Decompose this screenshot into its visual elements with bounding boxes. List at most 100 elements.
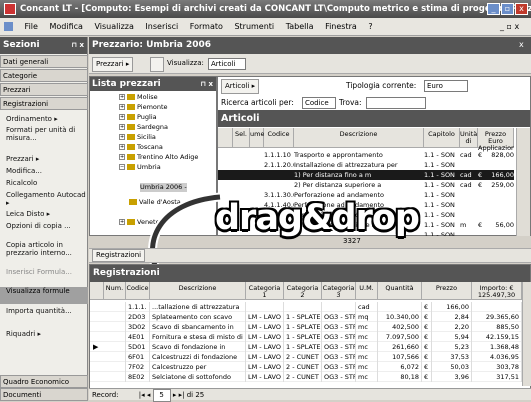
nav-ricalcolo[interactable]: Ricalcolo [0,179,88,187]
col-categoria-1[interactable]: Categoria 1 [246,282,284,300]
nav-registrazioni[interactable]: Registrazioni [0,97,88,110]
collapse-icon[interactable]: − [119,164,125,170]
nav-inserisci-formula[interactable]: Inserisci Formula... [0,268,88,276]
col-codice[interactable]: Codice [264,128,294,148]
nav-visualizza-formule[interactable]: Visualizza formule [0,287,88,304]
menu-formato[interactable]: Formato [190,22,223,31]
articolo-cell-cap: 1.1 - SON [424,171,455,179]
col-importo[interactable]: Importo: € 125.497,30 [472,282,522,300]
menu-tabella[interactable]: Tabella [286,22,314,31]
menu-finestra[interactable]: Finestra [325,22,357,31]
record-first-button[interactable]: |◂ [139,391,145,399]
registrazione-row[interactable]: 2D03 Splateamento con scavo LM - LAVO 1 - S… [90,312,522,322]
prezzario-close-icon[interactable]: x [519,40,524,49]
close-button[interactable]: x [515,3,528,15]
articoli-menu-button[interactable]: Articoli ▸ [221,79,260,94]
tree-item-molise[interactable]: + Molise [119,93,158,102]
col-descrizione-reg[interactable]: Descrizione [150,282,246,300]
articolo-row[interactable]: 1.1.1.10 Trasporto e approntamento 1.1 - S… [218,150,514,160]
col-unita[interactable]: Unità di [460,128,478,148]
nav-copia-articolo[interactable]: Copia articolo in prezzario interno... [0,241,88,257]
tree-item-sardegna[interactable]: + Sardegna [119,123,168,132]
registrazioni-scrollbar[interactable] [522,282,531,386]
tree-item-sicilia[interactable]: + Sicilia [119,133,156,142]
tree-item-trentino[interactable]: + Trentino Alto Adige [119,153,198,162]
expand-icon[interactable]: + [119,94,125,100]
nav-quadro-economico[interactable]: Quadro Economico [0,375,88,388]
articolo-row[interactable]: 1) Per distanza fino a m 1.1 - SON cad €166… [218,170,514,180]
nav-documenti[interactable]: Documenti [0,388,88,401]
nav-dati-generali[interactable]: Dati generali [0,55,88,68]
record-next-button[interactable]: ▸ [173,391,177,399]
nav-ordinamento[interactable]: Ordinamento ▸ [0,115,88,123]
record-prev-button[interactable]: ◂ [147,391,151,399]
articolo-row[interactable]: 2.1.1.20.0 Installazione di attrezzatura … [218,160,514,170]
registrazioni-menu-button[interactable]: Registrazioni [92,249,146,262]
record-current-input[interactable]: 5 [152,389,171,402]
app-icon[interactable] [4,3,16,15]
menu-inserisci[interactable]: Inserisci [145,22,178,31]
col-um[interactable]: U.M. [356,282,378,300]
ricerca-select[interactable]: Codice [302,97,336,109]
registrazione-cell-imp: 4.036,95 [472,352,522,362]
registrazione-row[interactable]: 7F02 Calcestruzzo per LM - LAVO 2 - CUNET OG… [90,362,522,372]
expand-icon[interactable]: + [119,144,125,150]
expand-icon[interactable]: + [119,114,125,120]
col-prezzo-reg[interactable]: Prezzo [422,282,472,300]
registrazione-cell-um: mc [356,362,378,372]
registrazione-row[interactable]: 3D02 Scavo di sbancamento in LM - LAVO 1 - … [90,322,522,332]
tree-item-umbria[interactable]: − Umbria [119,163,161,172]
articoli-scrollbar[interactable] [516,128,530,236]
articolo-row[interactable]: 2) Per distanza superiore a 1.1 - SON cad €… [218,180,514,190]
tree-item-toscana[interactable]: + Toscana [119,143,163,152]
menu-modifica[interactable]: Modifica [49,22,82,31]
col-umei[interactable]: umei [250,128,266,148]
menu-strumenti[interactable]: Strumenti [234,22,274,31]
nav-riquadri[interactable]: Riquadri ▸ [0,330,88,338]
registrazione-row[interactable]: 6F01 Calcestruzzi di fondazione LM - LAVO 2… [90,352,522,362]
mdi-controls[interactable]: _ ▫ x [500,19,519,35]
pane-close-icon[interactable]: ⊓ x [71,37,84,54]
nav-formati[interactable]: Formati per unità di misura... [0,126,88,142]
expand-icon[interactable]: + [119,154,125,160]
menu-file[interactable]: File [25,22,38,31]
tipologia-select[interactable]: Euro [424,80,468,92]
col-codice-reg[interactable]: Codice [126,282,150,300]
expand-icon[interactable]: + [119,134,125,140]
col-capitolo[interactable]: Capitolo [424,128,460,148]
col-num[interactable]: Num. [104,282,126,300]
nav-opzioni-copia[interactable]: Opzioni di copia ... [0,222,88,230]
col-categoria-3[interactable]: Categoria 3 [322,282,356,300]
expand-icon[interactable]: + [119,124,125,130]
tree-item-piemonte[interactable]: + Piemonte [119,103,168,112]
col-descrizione[interactable]: Descrizione [294,128,424,148]
col-sel[interactable]: Sel. [233,128,250,148]
expand-icon[interactable]: + [119,104,125,110]
nav-leica[interactable]: Leica Disto ▸ [0,210,88,218]
tree-item-puglia[interactable]: + Puglia [119,113,157,122]
nav-autocad[interactable]: Collegamento Autocad ▸ [0,191,88,207]
nav-prezzari[interactable]: Prezzari [0,83,88,96]
record-last-button[interactable]: ▸| [179,391,185,399]
col-categoria-2[interactable]: Categoria 2 [284,282,322,300]
nav-importa[interactable]: Importa quantità... [0,307,88,315]
maximize-button[interactable]: ▫ [501,3,514,15]
menu-visualizza[interactable]: Visualizza [94,22,133,31]
trova-input[interactable] [366,97,426,109]
nav-prezzari-sub[interactable]: Prezzari ▸ [0,155,88,163]
nav-categorie[interactable]: Categorie [0,69,88,82]
document-icon[interactable] [4,22,13,31]
nav-modifica[interactable]: Modifica... [0,167,88,175]
registrazione-row[interactable]: 5D01 Scavo di fondazione in LM - LAVO 1 - S… [90,342,522,352]
registrazione-row[interactable]: 4E01 Fornitura e stesa di misto di LM - LA… [90,332,522,342]
minimize-button[interactable]: _ [487,3,500,15]
registrazione-row[interactable]: 8E02 Selciatone di sottofondo LM - LAVO 2 -… [90,372,522,382]
registrazione-row[interactable]: 1.1.1. ...tallazione di attrezzatura cad €1… [90,302,522,312]
edit-icon[interactable] [150,57,164,72]
visualizza-select[interactable]: Articoli [208,58,246,70]
lista-close-icon[interactable]: ⊓ x [200,77,213,91]
prezzari-menu-button[interactable]: Prezzari ▸ [92,57,134,72]
menu-help[interactable]: ? [368,22,372,31]
col-prezzo[interactable]: Prezzo Euro Applicazione [478,128,514,152]
col-quantita[interactable]: Quantità [378,282,422,300]
